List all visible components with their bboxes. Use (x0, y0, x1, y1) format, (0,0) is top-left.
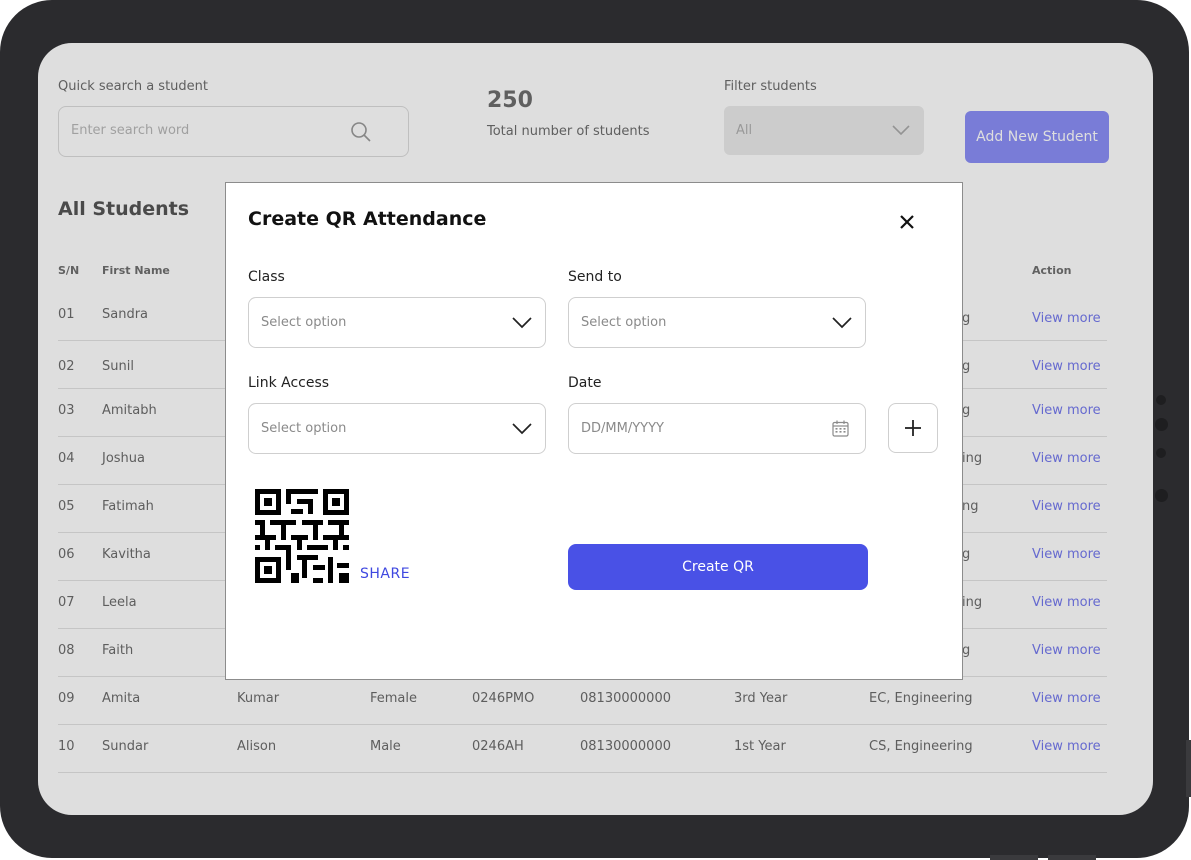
cell-first-name: Joshua (102, 451, 146, 466)
cell-gender: Female (370, 691, 418, 706)
cell-first-name: Amita (102, 691, 141, 706)
search-placeholder: Enter search word (71, 123, 190, 138)
cell-student-id: 0246AH (472, 739, 524, 754)
cell-sn: 05 (58, 499, 75, 514)
plus-icon (905, 420, 921, 436)
device-bottom-button (990, 855, 1038, 860)
chevron-down-icon (892, 125, 910, 136)
column-header-sn: S/N (58, 264, 80, 277)
share-link[interactable]: SHARE (360, 566, 410, 582)
cell-student-id: 0246PMO (472, 691, 535, 706)
chevron-down-icon (512, 423, 532, 435)
cell-department: g (962, 547, 971, 562)
date-input[interactable]: DD/MM/YYYY (568, 403, 866, 454)
cell-department: g (962, 403, 971, 418)
cell-department: CS, Engineering (869, 739, 973, 754)
view-more-link[interactable]: View more (1032, 739, 1101, 754)
column-header-first-name: First Name (102, 264, 170, 277)
cell-sn: 04 (58, 451, 75, 466)
cell-sn: 08 (58, 643, 75, 658)
chevron-down-icon (832, 317, 852, 329)
cell-phone: 08130000000 (580, 739, 671, 754)
device-sensor (1156, 448, 1166, 458)
date-label: Date (568, 375, 602, 391)
cell-department: ing (962, 595, 983, 610)
view-more-link[interactable]: View more (1032, 691, 1101, 706)
link-access-label: Link Access (248, 375, 330, 391)
cell-department: ing (962, 451, 983, 466)
cell-sn: 06 (58, 547, 75, 562)
cell-first-name: Amitabh (102, 403, 157, 418)
column-header-action: Action (1032, 264, 1072, 277)
table-row: 10 Sundar Alison Male 0246AH 08130000000… (58, 724, 1107, 773)
qr-code (255, 489, 349, 583)
cell-sn: 02 (58, 359, 75, 374)
filter-value: All (736, 123, 753, 138)
modal-title: Create QR Attendance (248, 208, 487, 230)
cell-first-name: Sandra (102, 307, 149, 322)
cell-sn: 09 (58, 691, 75, 706)
view-more-link[interactable]: View more (1032, 595, 1101, 610)
cell-first-name: Fatimah (102, 499, 154, 514)
class-placeholder: Select option (261, 315, 347, 330)
cell-sn: 07 (58, 595, 75, 610)
cell-department: g (962, 311, 971, 326)
search-icon[interactable] (350, 121, 372, 143)
add-new-student-button[interactable]: Add New Student (965, 111, 1109, 163)
calendar-icon[interactable] (832, 420, 849, 437)
cell-gender: Male (370, 739, 401, 754)
section-title: All Students (58, 198, 190, 220)
add-date-button[interactable] (888, 403, 938, 453)
cell-department: ng (962, 499, 979, 514)
view-more-link[interactable]: View more (1032, 499, 1101, 514)
search-label: Quick search a student (58, 79, 209, 94)
cell-first-name: Leela (102, 595, 137, 610)
device-bottom-button (1048, 855, 1096, 860)
view-more-link[interactable]: View more (1032, 359, 1101, 374)
cell-phone: 08130000000 (580, 691, 671, 706)
cell-first-name: Kavitha (102, 547, 151, 562)
view-more-link[interactable]: View more (1032, 547, 1101, 562)
device-sensor (1156, 395, 1166, 405)
cell-year: 3rd Year (734, 691, 788, 706)
search-input[interactable]: Enter search word (58, 106, 409, 157)
cell-sn: 01 (58, 307, 75, 322)
cell-year: 1st Year (734, 739, 786, 754)
student-count: 250 (487, 88, 533, 113)
cell-department: g (962, 359, 971, 374)
cell-first-name: Sundar (102, 739, 149, 754)
cell-first-name: Faith (102, 643, 134, 658)
send-to-placeholder: Select option (581, 315, 667, 330)
cell-first-name: Sunil (102, 359, 134, 374)
cell-last-name: Alison (237, 739, 277, 754)
view-more-link[interactable]: View more (1032, 451, 1101, 466)
view-more-link[interactable]: View more (1032, 403, 1101, 418)
send-to-select[interactable]: Select option (568, 297, 866, 348)
view-more-link[interactable]: View more (1032, 643, 1101, 658)
table-row: 09 Amita Kumar Female 0246PMO 0813000000… (58, 676, 1107, 725)
create-qr-button[interactable]: Create QR (568, 544, 868, 590)
student-count-label: Total number of students (487, 124, 650, 139)
view-more-link[interactable]: View more (1032, 311, 1101, 326)
link-access-placeholder: Select option (261, 421, 347, 436)
device-side-button (1186, 740, 1191, 797)
device-sensor (1155, 489, 1168, 502)
class-select[interactable]: Select option (248, 297, 546, 348)
close-icon[interactable] (896, 211, 918, 233)
send-to-label: Send to (568, 269, 622, 285)
cell-last-name: Kumar (237, 691, 280, 706)
cell-sn: 03 (58, 403, 75, 418)
link-access-select[interactable]: Select option (248, 403, 546, 454)
chevron-down-icon (512, 317, 532, 329)
cell-sn: 10 (58, 739, 75, 754)
cell-department: EC, Engineering (869, 691, 973, 706)
date-placeholder: DD/MM/YYYY (581, 421, 664, 436)
create-qr-modal: Create QR Attendance Class Select option… (225, 182, 963, 680)
cell-department: g (962, 643, 971, 658)
filter-label: Filter students (724, 79, 817, 94)
filter-select[interactable]: All (724, 106, 924, 155)
device-sensor (1155, 418, 1168, 431)
class-label: Class (248, 269, 285, 285)
